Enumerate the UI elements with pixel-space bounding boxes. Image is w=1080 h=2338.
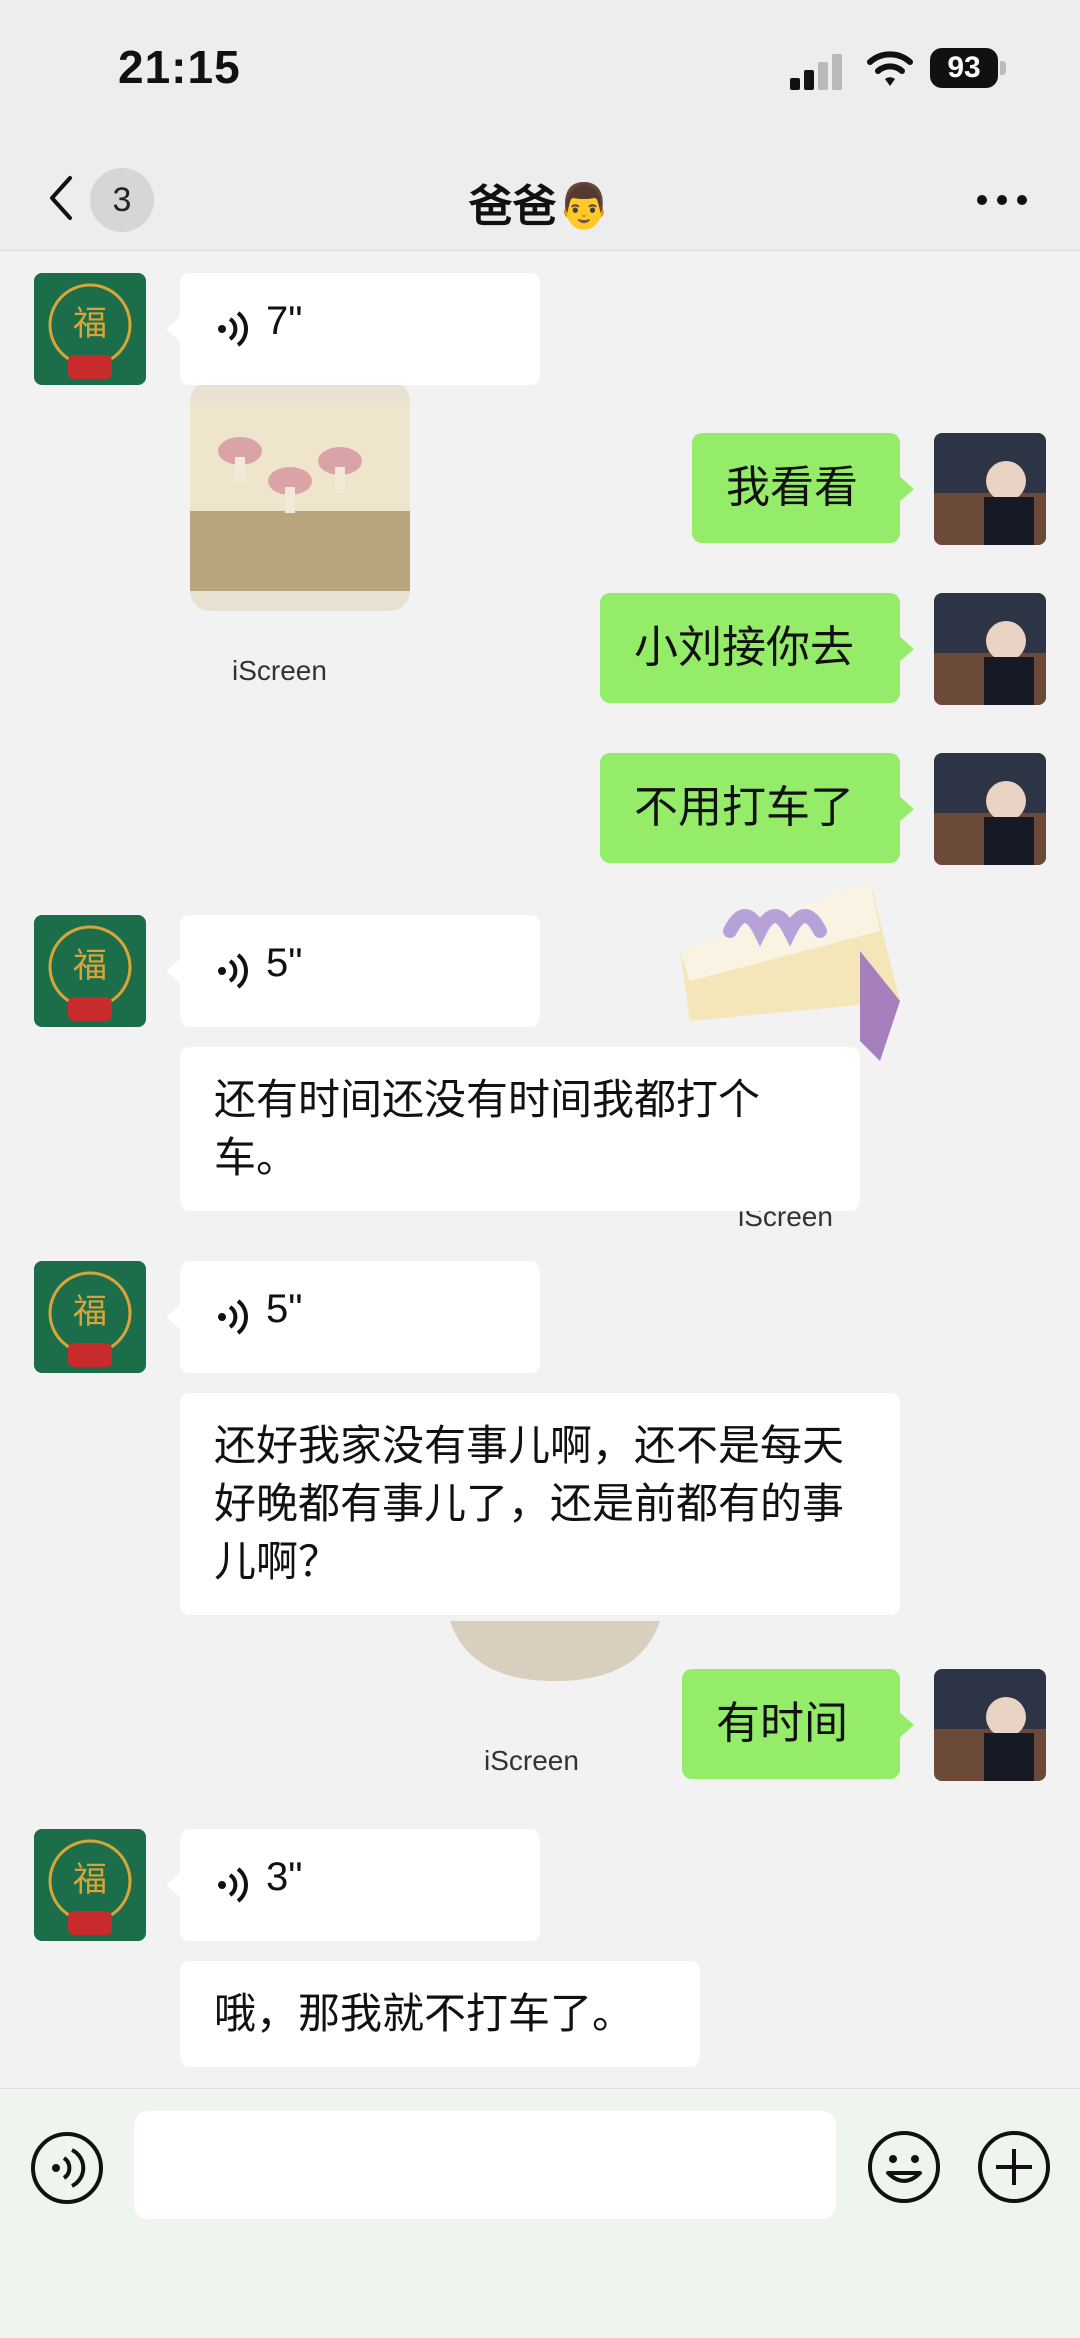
sent-message[interactable]: 我看看 bbox=[692, 433, 914, 543]
message-text: 有时间 bbox=[716, 1698, 848, 1749]
voice-message[interactable]: 5" bbox=[166, 1261, 540, 1373]
voice-duration: 7" bbox=[266, 299, 303, 343]
status-time: 21:15 bbox=[118, 41, 241, 93]
battery-level: 93 bbox=[930, 48, 998, 88]
battery-icon: 93 bbox=[930, 48, 1010, 88]
contact-avatar[interactable]: 福 bbox=[34, 1829, 146, 1941]
sent-message[interactable]: 有时间 bbox=[682, 1669, 914, 1779]
watermark: iScreen bbox=[232, 655, 327, 686]
message-list[interactable]: iScreen 福 7" 我看看 小刘接你去 不用打车了 iScreen 福 5… bbox=[0, 251, 1080, 2088]
cellular-signal-icon bbox=[790, 52, 846, 90]
chat-title: 爸爸👨 bbox=[468, 181, 612, 232]
contact-avatar[interactable]: 福 bbox=[34, 273, 146, 385]
svg-text:福: 福 bbox=[73, 304, 107, 344]
voice-duration: 5" bbox=[266, 941, 303, 985]
message-text: 小刘接你去 bbox=[634, 622, 854, 673]
watermark: iScreen bbox=[484, 1745, 579, 1776]
svg-text:福: 福 bbox=[73, 1292, 107, 1332]
voice-wave-icon bbox=[218, 1299, 248, 1335]
voice-duration: 5" bbox=[266, 1287, 303, 1331]
contact-avatar[interactable]: 福 bbox=[34, 1261, 146, 1373]
voice-wave-icon bbox=[218, 953, 248, 989]
voice-transcript[interactable]: 哦，那我就不打车了。 bbox=[180, 1961, 700, 2067]
status-bar: 21:15 93 bbox=[0, 0, 1080, 150]
chat-header: 3 爸爸👨 bbox=[0, 150, 1080, 251]
sent-message[interactable]: 不用打车了 bbox=[600, 753, 914, 863]
my-avatar[interactable] bbox=[934, 1669, 1046, 1781]
my-avatar[interactable] bbox=[934, 593, 1046, 705]
svg-text:福: 福 bbox=[73, 1860, 107, 1900]
voice-message[interactable]: 7" bbox=[166, 273, 540, 385]
voice-message[interactable]: 5" bbox=[166, 915, 540, 1027]
voice-transcript[interactable]: 还好我家没有事儿啊，还不是每天好晚都有事儿了，还是前都有的事儿啊？ bbox=[180, 1393, 900, 1615]
transcript-text: 还有时间还没有时间我都打个车。 bbox=[214, 1075, 761, 1182]
my-avatar[interactable] bbox=[934, 433, 1046, 545]
transcript-text: 哦，那我就不打车了。 bbox=[214, 1989, 635, 2038]
message-text: 不用打车了 bbox=[634, 782, 854, 833]
voice-wave-icon bbox=[218, 311, 248, 347]
cake-sticker bbox=[680, 881, 900, 1061]
input-bar bbox=[0, 2088, 1080, 2338]
voice-duration: 3" bbox=[266, 1855, 303, 1899]
plus-circle-icon[interactable] bbox=[976, 2129, 1052, 2205]
message-input[interactable] bbox=[134, 2111, 836, 2219]
message-text: 我看看 bbox=[726, 462, 858, 513]
voice-input-icon[interactable] bbox=[30, 2131, 104, 2205]
cup-sticker bbox=[190, 381, 410, 611]
voice-wave-icon bbox=[218, 1867, 248, 1903]
bowl-sticker bbox=[450, 1621, 660, 1681]
my-avatar[interactable] bbox=[934, 753, 1046, 865]
ellipsis-icon[interactable] bbox=[972, 185, 1032, 215]
transcript-text: 还好我家没有事儿啊，还不是每天好晚都有事儿了，还是前都有的事儿啊？ bbox=[214, 1421, 845, 1586]
smiley-icon[interactable] bbox=[866, 2129, 942, 2205]
contact-avatar[interactable]: 福 bbox=[34, 915, 146, 1027]
wifi-icon bbox=[867, 51, 913, 86]
voice-transcript[interactable]: 还有时间还没有时间我都打个车。 bbox=[180, 1047, 860, 1211]
sent-message[interactable]: 小刘接你去 bbox=[600, 593, 914, 703]
voice-message[interactable]: 3" bbox=[166, 1829, 540, 1941]
svg-text:福: 福 bbox=[73, 946, 107, 986]
